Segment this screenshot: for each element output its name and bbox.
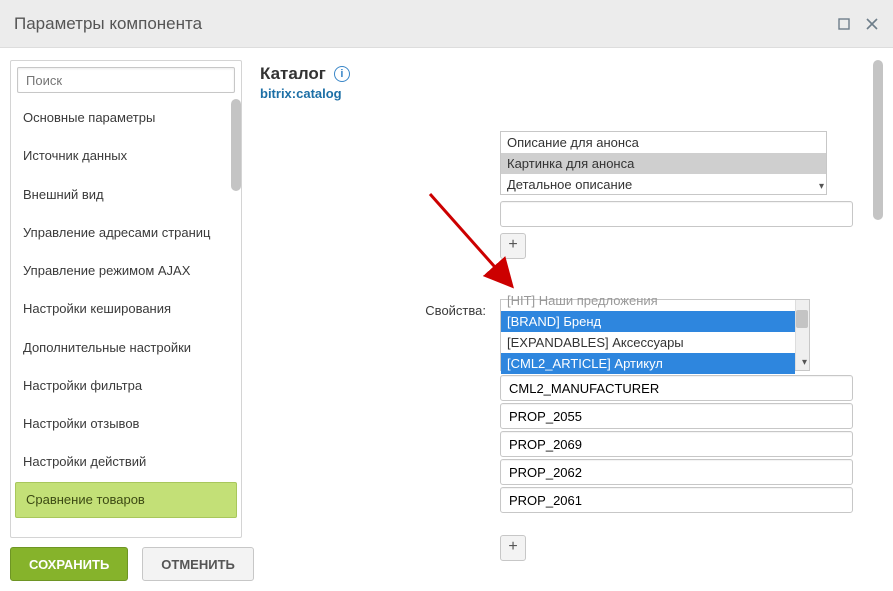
sidebar-item-label: Управление адресами страниц (23, 225, 211, 240)
sidebar-item-label: Сравнение товаров (26, 492, 145, 507)
sidebar-item-label: Основные параметры (23, 110, 155, 125)
prop-input[interactable] (500, 403, 853, 429)
sidebar-item-label: Управление режимом AJAX (23, 263, 190, 278)
props-label: Свойства: (260, 299, 500, 318)
sidebar-item-label: Внешний вид (23, 187, 104, 202)
main-header: Каталог i bitrix:catalog (260, 60, 883, 101)
sidebar: Основные параметры Источник данных Внешн… (10, 60, 242, 538)
sidebar-item-label: Источник данных (23, 148, 127, 163)
listbox-option[interactable]: Описание для анонса (501, 132, 826, 153)
info-icon[interactable]: i (334, 66, 350, 82)
search-input[interactable] (17, 67, 235, 93)
cancel-button[interactable]: ОТМЕНИТЬ (142, 547, 254, 581)
sidebar-list: Основные параметры Источник данных Внешн… (11, 99, 241, 537)
sidebar-item[interactable]: Настройки фильтра (11, 367, 241, 405)
sidebar-item[interactable]: Источник данных (11, 137, 241, 175)
add-field-button[interactable]: + (500, 233, 526, 259)
listbox-scrollbar-thumb[interactable] (796, 310, 808, 328)
prop-input[interactable] (500, 375, 853, 401)
fields-listbox[interactable]: Описание для анонса Картинка для анонса … (500, 131, 827, 195)
field-text-input[interactable] (500, 201, 853, 227)
workarea: Основные параметры Источник данных Внешн… (0, 48, 893, 538)
window-controls (837, 17, 879, 31)
sidebar-item[interactable]: Основные параметры (11, 99, 241, 137)
chevron-down-icon: ▾ (802, 357, 807, 368)
titlebar: Параметры компонента (0, 0, 893, 48)
add-prop-button[interactable]: + (500, 535, 526, 561)
sidebar-item-label: Настройки фильтра (23, 378, 142, 393)
chevron-down-icon: ▾ (819, 181, 824, 192)
prop-input[interactable] (500, 487, 853, 513)
listbox-option-selected[interactable]: Картинка для анонса (501, 153, 826, 174)
sidebar-item-label: Настройки действий (23, 454, 146, 469)
props-listbox[interactable]: [HIT] Наши предложения [BRAND] Бренд [EX… (500, 299, 810, 371)
sidebar-item[interactable]: Внешний вид (11, 176, 241, 214)
sidebar-item[interactable]: Настройки отзывов (11, 405, 241, 443)
maximize-icon[interactable] (837, 17, 851, 31)
sidebar-item[interactable]: Дополнительные настройки (11, 329, 241, 367)
sidebar-item-active[interactable]: Сравнение товаров (15, 482, 237, 518)
component-id: bitrix:catalog (260, 86, 883, 101)
close-icon[interactable] (865, 17, 879, 31)
prop-input[interactable] (500, 431, 853, 457)
footer: СОХРАНИТЬ ОТМЕНИТЬ (10, 547, 254, 581)
sidebar-item[interactable]: Управление адресами страниц (11, 214, 241, 252)
window-title: Параметры компонента (14, 14, 202, 34)
save-button[interactable]: СОХРАНИТЬ (10, 547, 128, 581)
listbox-option-clipped[interactable]: [HIT] Наши предложения (501, 290, 795, 311)
sidebar-item-label: Настройки кеширования (23, 301, 171, 316)
listbox-option-selected[interactable]: [CML2_ARTICLE] Артикул (501, 353, 795, 374)
sidebar-item-label: Настройки отзывов (23, 416, 139, 431)
sidebar-item[interactable]: Настройки кеширования (11, 290, 241, 328)
listbox-option-selected[interactable]: [BRAND] Бренд (501, 311, 795, 332)
sidebar-scrollbar-thumb[interactable] (231, 99, 241, 191)
prop-input[interactable] (500, 459, 853, 485)
sidebar-item[interactable]: Настройки действий (11, 443, 241, 481)
sidebar-item[interactable]: Управление режимом AJAX (11, 252, 241, 290)
listbox-option[interactable]: [EXPANDABLES] Аксессуары (501, 332, 795, 353)
listbox-option[interactable]: Детальное описание (501, 174, 826, 195)
main-panel: Каталог i bitrix:catalog Описание для ан… (260, 60, 883, 538)
search-wrap (11, 61, 241, 99)
params-area: Описание для анонса Картинка для анонса … (260, 131, 883, 571)
sidebar-item-label: Дополнительные настройки (23, 340, 191, 355)
page-title: Каталог (260, 64, 326, 84)
